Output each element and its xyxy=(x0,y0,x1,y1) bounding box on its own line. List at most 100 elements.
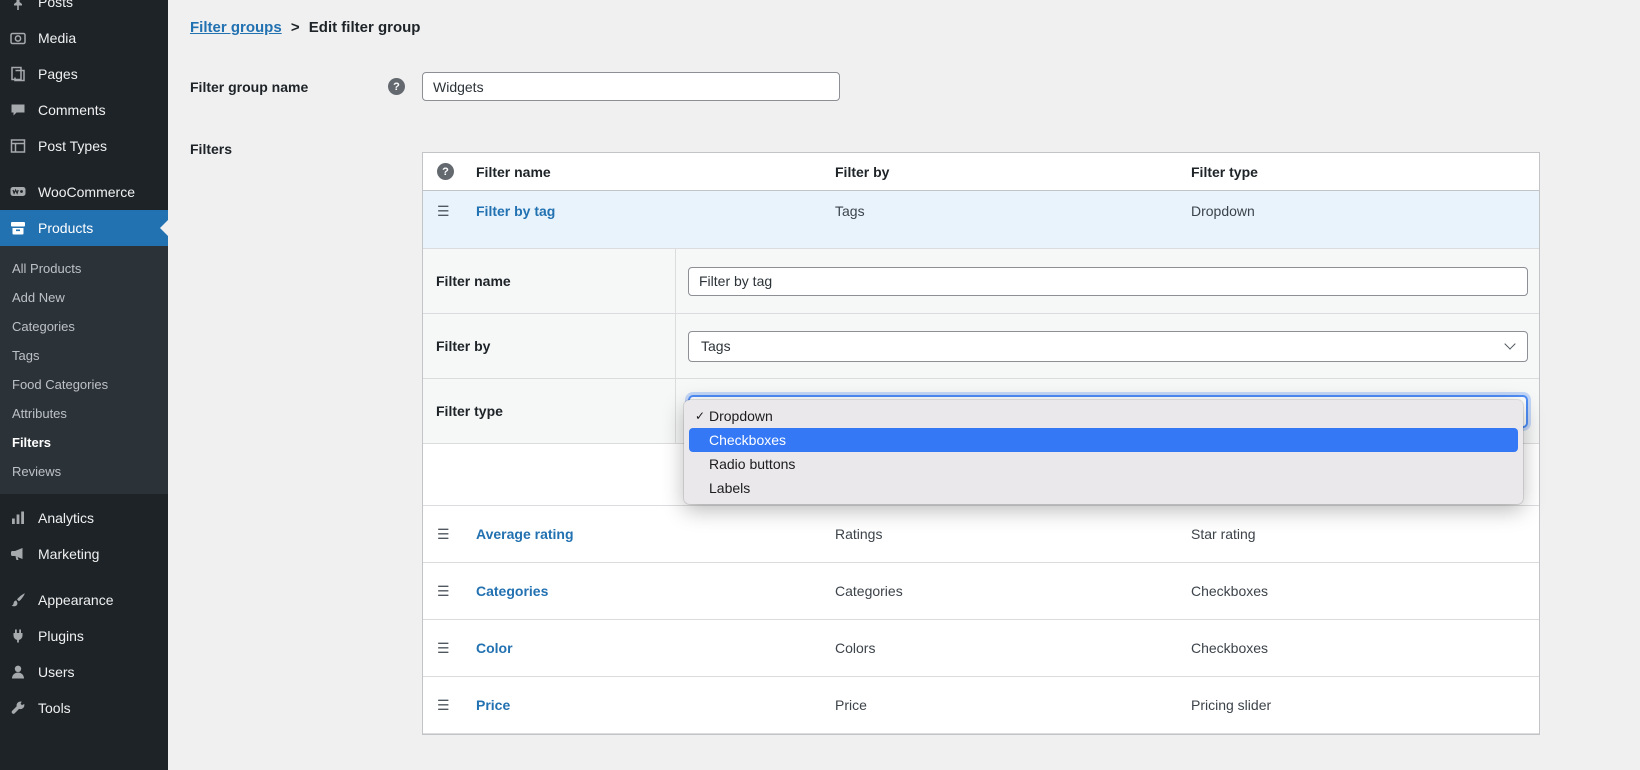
sidebar-item-all-products[interactable]: All Products xyxy=(0,254,168,283)
filter-by-select[interactable]: Tags xyxy=(688,330,1528,362)
menu-option-labels[interactable]: Labels xyxy=(689,476,1518,500)
sidebar-item-media[interactable]: Media xyxy=(0,20,168,56)
sidebar-item-attributes[interactable]: Attributes xyxy=(0,399,168,428)
cell-filter-type: Checkboxes xyxy=(1191,640,1269,656)
post-types-icon xyxy=(8,136,28,156)
sidebar-item-marketing[interactable]: Marketing xyxy=(0,536,168,572)
filter-link-average-rating[interactable]: Average rating xyxy=(476,526,574,542)
cell-filter-by: Colors xyxy=(835,640,876,656)
sidebar-item-analytics[interactable]: Analytics xyxy=(0,500,168,536)
submenu-item-label: Tags xyxy=(12,348,40,363)
filter-by-label: Filter by xyxy=(423,314,676,378)
sidebar-item-label: Users xyxy=(38,664,75,680)
sidebar-item-label: WooCommerce xyxy=(38,184,135,200)
table-row-average-rating[interactable]: ☰ Average rating Ratings Star rating xyxy=(423,506,1539,563)
users-icon xyxy=(8,662,28,682)
chevron-down-icon xyxy=(1504,338,1516,350)
filter-link-categories[interactable]: Categories xyxy=(476,583,548,599)
editor-row-filter-by: Filter by Tags xyxy=(423,314,1539,379)
table-row-color[interactable]: ☰ Color Colors Checkboxes xyxy=(423,620,1539,677)
products-icon xyxy=(8,218,28,238)
sidebar-item-label: Marketing xyxy=(38,546,100,562)
sidebar-item-label: Analytics xyxy=(38,510,95,526)
drag-handle-icon[interactable]: ☰ xyxy=(437,583,450,600)
media-icon xyxy=(8,28,28,48)
sidebar-item-label: Comments xyxy=(38,102,106,118)
sidebar-item-filters[interactable]: Filters xyxy=(0,428,168,457)
cell-filter-type: Checkboxes xyxy=(1191,583,1269,599)
sidebar-item-pages[interactable]: Pages xyxy=(0,56,168,92)
check-icon: ✓ xyxy=(694,409,706,423)
breadcrumb-separator: > xyxy=(290,19,300,36)
sidebar-item-plugins[interactable]: Plugins xyxy=(0,618,168,654)
submenu-item-label: Food Categories xyxy=(12,377,109,392)
filter-name-label: Filter name xyxy=(423,249,676,313)
sidebar-item-food-categories[interactable]: Food Categories xyxy=(0,370,168,399)
cell-filter-by: Price xyxy=(835,697,867,713)
breadcrumb-link-filter-groups[interactable]: Filter groups xyxy=(190,19,282,36)
admin-sidebar: Posts Media Pages Comments Post Types Wo… xyxy=(0,0,168,770)
sidebar-item-categories[interactable]: Categories xyxy=(0,312,168,341)
appearance-icon xyxy=(8,590,28,610)
pages-icon xyxy=(8,64,28,84)
drag-handle-icon[interactable]: ☰ xyxy=(437,203,450,220)
menu-option-dropdown[interactable]: ✓ Dropdown xyxy=(689,404,1518,428)
sidebar-item-label: Products xyxy=(38,220,94,236)
sidebar-item-products[interactable]: Products xyxy=(0,210,168,246)
sidebar-item-label: Posts xyxy=(38,0,74,10)
sidebar-item-post-types[interactable]: Post Types xyxy=(0,128,168,164)
column-header-filter-by: Filter by xyxy=(835,163,890,180)
table-row-price[interactable]: ☰ Price Price Pricing slider xyxy=(423,677,1539,734)
sidebar-item-label: Post Types xyxy=(38,138,108,154)
sidebar-item-posts[interactable]: Posts xyxy=(0,0,168,20)
help-icon[interactable]: ? xyxy=(437,163,454,180)
sidebar-item-add-new[interactable]: Add New xyxy=(0,283,168,312)
help-icon[interactable]: ? xyxy=(388,78,405,95)
menu-option-label: Dropdown xyxy=(709,408,773,424)
filter-by-select-value: Tags xyxy=(701,338,731,354)
pin-icon xyxy=(8,0,28,12)
cell-filter-by: Tags xyxy=(835,203,865,219)
submenu-item-label: All Products xyxy=(12,261,82,276)
filter-group-name-input[interactable] xyxy=(422,72,840,101)
page: Posts Media Pages Comments Post Types Wo… xyxy=(0,0,1640,770)
submenu-item-label: Attributes xyxy=(12,406,67,421)
marketing-icon xyxy=(8,544,28,564)
filter-type-dropdown-menu: ✓ Dropdown Checkboxes Radio buttons Labe… xyxy=(684,400,1523,504)
menu-option-checkboxes[interactable]: Checkboxes xyxy=(689,428,1518,452)
column-header-filter-name: Filter name xyxy=(476,163,551,180)
sidebar-item-users[interactable]: Users xyxy=(0,654,168,690)
drag-handle-icon[interactable]: ☰ xyxy=(437,640,450,657)
table-row-categories[interactable]: ☰ Categories Categories Checkboxes xyxy=(423,563,1539,620)
sidebar-item-label: Plugins xyxy=(38,628,84,644)
submenu-item-label: Filters xyxy=(12,435,52,450)
sidebar-item-comments[interactable]: Comments xyxy=(0,92,168,128)
sidebar-item-reviews[interactable]: Reviews xyxy=(0,457,168,486)
sidebar-item-tags[interactable]: Tags xyxy=(0,341,168,370)
filter-link-color[interactable]: Color xyxy=(476,640,513,656)
menu-option-label: Labels xyxy=(709,480,751,496)
drag-handle-icon[interactable]: ☰ xyxy=(437,526,450,543)
tools-icon xyxy=(8,698,28,718)
menu-option-radio-buttons[interactable]: Radio buttons xyxy=(689,452,1518,476)
submenu-item-label: Add New xyxy=(12,290,65,305)
filter-link-price[interactable]: Price xyxy=(476,697,510,713)
filter-name-input[interactable] xyxy=(688,266,1528,296)
sidebar-item-label: Pages xyxy=(38,66,78,82)
sidebar-item-tools[interactable]: Tools xyxy=(0,690,168,726)
filter-link-filter-by-tag[interactable]: Filter by tag xyxy=(476,203,555,219)
main-content: Filter groups > Edit filter group Filter… xyxy=(168,0,1640,770)
comments-icon xyxy=(8,100,28,120)
sidebar-item-label: Tools xyxy=(38,700,71,716)
table-row-filter-by-tag[interactable]: ☰ Filter by tag Tags Dropdown xyxy=(423,191,1539,249)
sidebar-item-woocommerce[interactable]: WooCommerce xyxy=(0,174,168,210)
drag-handle-icon[interactable]: ☰ xyxy=(437,697,450,714)
cell-filter-by: Categories xyxy=(835,583,903,599)
analytics-icon xyxy=(8,508,28,528)
breadcrumb-current: Edit filter group xyxy=(308,19,421,36)
sidebar-item-label: Appearance xyxy=(38,592,114,608)
products-submenu: All Products Add New Categories Tags Foo… xyxy=(0,246,168,494)
menu-option-label: Radio buttons xyxy=(709,456,796,472)
sidebar-item-appearance[interactable]: Appearance xyxy=(0,582,168,618)
plugins-icon xyxy=(8,626,28,646)
